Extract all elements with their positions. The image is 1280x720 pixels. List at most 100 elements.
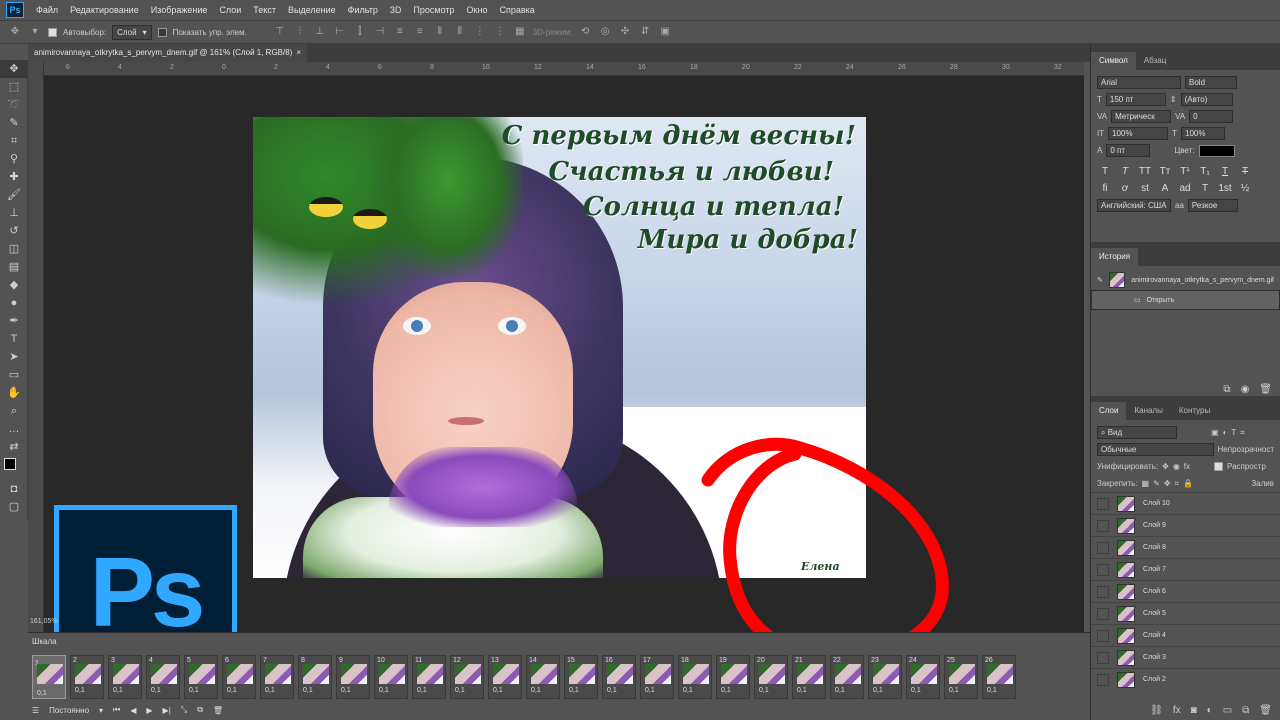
type-tool-icon[interactable]: T <box>0 330 28 348</box>
timeline-frame[interactable]: 20 0,1 <box>754 655 788 699</box>
timeline-frame[interactable]: 13 0,1 <box>488 655 522 699</box>
faux-italic-icon[interactable]: T <box>1117 166 1133 177</box>
timeline-frame[interactable]: 11 0,1 <box>412 655 446 699</box>
path-select-tool-icon[interactable]: ➤ <box>0 348 28 366</box>
layer-row[interactable]: Слой 5 <box>1091 602 1280 624</box>
layer-row[interactable]: Слой 4 <box>1091 624 1280 646</box>
menu-item[interactable]: Выделение <box>282 0 342 20</box>
language-select[interactable]: Английский: США <box>1097 199 1171 212</box>
menu-item[interactable]: Слои <box>213 0 247 20</box>
layer-filter-select[interactable]: ⌕ Вид <box>1097 426 1177 439</box>
healing-tool-icon[interactable]: ✚ <box>0 168 28 186</box>
frame-delay[interactable]: 0,1 <box>683 687 693 694</box>
marquee-tool-icon[interactable]: ⬚ <box>0 78 28 96</box>
swap-colors-icon[interactable]: ⇄ <box>0 438 28 456</box>
prev-frame-icon[interactable]: ◀ <box>130 706 136 715</box>
visibility-toggle[interactable] <box>1097 607 1109 620</box>
visibility-toggle[interactable] <box>1097 541 1109 554</box>
dodge-tool-icon[interactable]: ● <box>0 294 28 312</box>
frame-delay[interactable]: 0,1 <box>569 687 579 694</box>
menu-item[interactable]: Просмотр <box>407 0 460 20</box>
unify-style-icon[interactable]: fx <box>1184 462 1190 471</box>
layer-row[interactable]: Слой 8 <box>1091 536 1280 558</box>
align-bottom-icon[interactable]: ⊥ <box>313 25 327 39</box>
timeline-frame[interactable]: 18 0,1 <box>678 655 712 699</box>
document-tab[interactable]: animirovannaya_otkrytka_s_pervym_dnem.gi… <box>28 44 308 62</box>
delete-icon[interactable]: 🗑 <box>1259 705 1272 716</box>
foreground-color-swatch[interactable] <box>4 458 16 470</box>
show-controls-checkbox[interactable] <box>157 27 167 37</box>
group-icon[interactable]: ▭ <box>1223 705 1232 716</box>
align-left-icon[interactable]: ⊢ <box>333 25 347 39</box>
lasso-tool-icon[interactable]: ➰ <box>0 96 28 114</box>
propagate-checkbox[interactable] <box>1214 462 1224 471</box>
frame-delay[interactable]: 0,1 <box>759 687 769 694</box>
timeline-frame[interactable]: 10,1 <box>32 655 66 699</box>
zoom-tool-icon[interactable]: ⌕ <box>0 402 28 420</box>
tween-icon[interactable]: ⤡ <box>181 705 187 715</box>
timeline-frame[interactable]: 5 0,1 <box>184 655 218 699</box>
timeline-frame[interactable]: 9 0,1 <box>336 655 370 699</box>
frame-delay[interactable]: 0,1 <box>835 687 845 694</box>
faux-bold-icon[interactable]: T <box>1097 166 1113 177</box>
loop-select[interactable]: Постоянно <box>49 706 89 715</box>
play-icon[interactable]: ▶ <box>146 706 152 715</box>
timeline-frame[interactable]: 7 0,1 <box>260 655 294 699</box>
eraser-tool-icon[interactable]: ◫ <box>0 240 28 258</box>
mask-icon[interactable]: ◙ <box>1191 705 1197 716</box>
ordinals-icon[interactable]: 1st <box>1217 183 1233 194</box>
lock-artboard-icon[interactable]: ⌗ <box>1175 479 1180 489</box>
snapshot-icon[interactable]: ◉ <box>1241 384 1250 395</box>
antialias-select[interactable]: Резкое <box>1187 199 1238 212</box>
unify-visibility-icon[interactable]: ◉ <box>1173 462 1180 471</box>
ps-app-icon[interactable]: Ps <box>6 2 24 18</box>
timeline-frame[interactable]: 23 0,1 <box>868 655 902 699</box>
auto-align-icon[interactable]: ▦ <box>513 25 527 39</box>
frame-delay[interactable]: 0,1 <box>607 687 617 694</box>
autoselect-checkbox[interactable] <box>48 27 57 37</box>
timeline-frame[interactable]: 12 0,1 <box>450 655 484 699</box>
menu-item[interactable]: Окно <box>461 0 494 20</box>
timeline-frame[interactable]: 22 0,1 <box>830 655 864 699</box>
distribute-icon[interactable]: ⋮ <box>473 25 487 39</box>
tab-layers[interactable]: Слои <box>1091 402 1127 420</box>
timeline-frame[interactable]: 25 0,1 <box>944 655 978 699</box>
subscript-icon[interactable]: T₁ <box>1197 166 1213 177</box>
adjustment-icon[interactable]: ◐ <box>1207 705 1213 716</box>
blend-mode-select[interactable]: Обычные <box>1097 443 1214 456</box>
tab-channels[interactable]: Каналы <box>1126 402 1170 420</box>
align-vcenter-icon[interactable]: ⫶ <box>293 25 307 39</box>
delete-frame-icon[interactable]: 🗑 <box>213 706 223 715</box>
timeline-frame[interactable]: 10 0,1 <box>374 655 408 699</box>
menu-item[interactable]: Справка <box>493 0 540 20</box>
visibility-toggle[interactable] <box>1097 497 1109 510</box>
frame-delay[interactable]: 0,1 <box>265 687 275 694</box>
slide-3d-icon[interactable]: ⇵ <box>638 25 652 39</box>
visibility-toggle[interactable] <box>1097 673 1109 686</box>
frame-delay[interactable]: 0,1 <box>379 687 389 694</box>
timeline-frame[interactable]: 4 0,1 <box>146 655 180 699</box>
frame-delay[interactable]: 0,1 <box>645 687 655 694</box>
visibility-toggle[interactable] <box>1097 563 1109 576</box>
timeline-frame[interactable]: 3 0,1 <box>108 655 142 699</box>
filter-pixel-icon[interactable]: ▣ <box>1211 428 1219 437</box>
chevron-down-icon[interactable]: ▾ <box>28 25 42 39</box>
eyedropper-tool-icon[interactable]: ⚲ <box>0 150 28 168</box>
pen-tool-icon[interactable]: ✒ <box>0 312 28 330</box>
baseline-field[interactable]: 0 пт <box>1106 144 1151 157</box>
frame-delay[interactable]: 0,1 <box>987 687 997 694</box>
stamp-tool-icon[interactable]: ⊥ <box>0 204 28 222</box>
align-hcenter-icon[interactable]: ⫿ <box>353 25 367 39</box>
duplicate-frame-icon[interactable]: ⧉ <box>197 705 203 715</box>
history-brush-source-icon[interactable]: ✎ <box>1097 276 1103 284</box>
history-snapshot[interactable]: ✎ animirovannaya_otkrytka_s_pervym_dnem.… <box>1091 270 1280 290</box>
scale-3d-icon[interactable]: ▣ <box>658 25 672 39</box>
frame-delay[interactable]: 0,1 <box>189 687 199 694</box>
color-swatches-icon[interactable] <box>0 456 28 480</box>
visibility-toggle[interactable] <box>1097 651 1109 664</box>
vscale-field[interactable]: 100% <box>1108 127 1169 140</box>
fx-icon[interactable]: fx <box>1173 705 1181 716</box>
distribute-icon[interactable]: ⦀ <box>433 25 447 39</box>
frame-delay[interactable]: 0,1 <box>797 687 807 694</box>
tracking-field[interactable]: 0 <box>1189 110 1234 123</box>
